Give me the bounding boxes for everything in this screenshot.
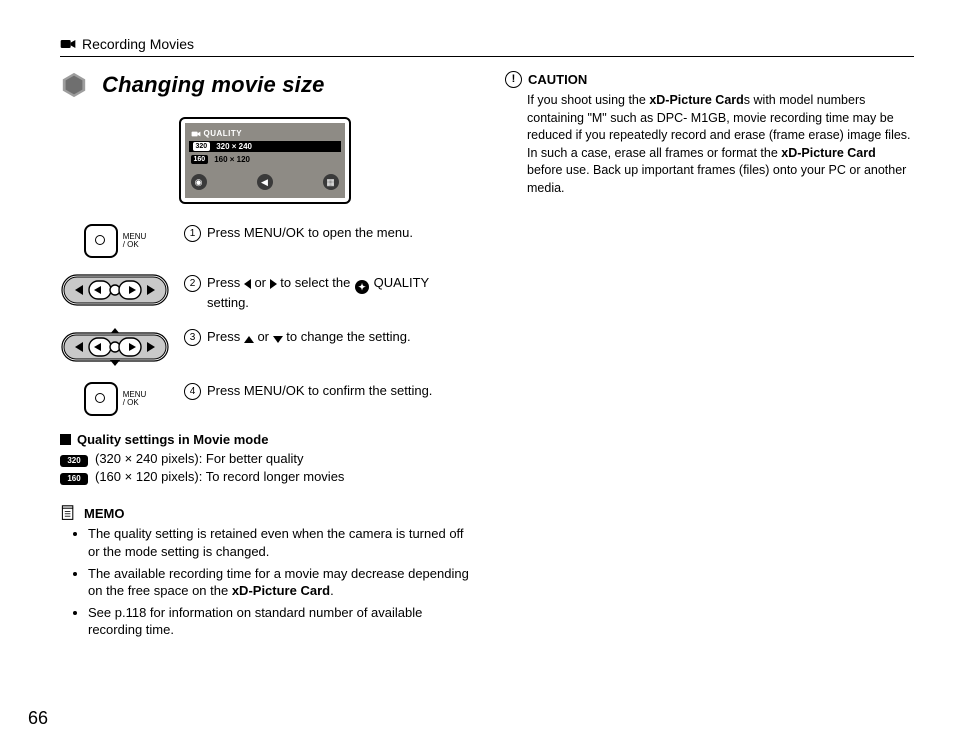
movie-icon [191,130,201,138]
breadcrumb-text: Recording Movies [82,36,194,52]
lcd-option-selected: 320 320 × 240 [189,141,341,152]
camera-lcd-illustration: QUALITY 320 320 × 240 160 160 × 120 ◉ [179,117,351,204]
step-number-icon: 4 [184,383,201,400]
page-title: Changing movie size [102,72,325,98]
step-row: MENU / OK 1 Press MENU/OK to open the me… [60,224,469,258]
triangle-right-icon [270,279,277,289]
divider [60,56,914,57]
lcd-camera-icon: ◉ [191,174,207,190]
step-row: 2 Press or to select the ✦ QUALITY setti… [60,274,469,312]
menu-ok-button-illustration: MENU / OK [84,382,147,416]
resolution-badge: 320 [60,455,88,467]
triangle-up-icon [244,336,254,343]
resolution-line: 160 (160 × 120 pixels): To record longer… [60,469,469,485]
subheading: Quality settings in Movie mode [60,432,469,447]
step-text: Press or to change the setting. [207,328,411,346]
step-text: Press or to select the ✦ QUALITY setting… [207,274,469,312]
triangle-down-icon [273,336,283,343]
step-row: MENU / OK 4 Press MENU/OK to confirm the… [60,382,469,416]
memo-heading: MEMO [60,505,469,521]
hexagon-bullet-icon [60,71,88,99]
movie-icon [60,37,76,51]
breadcrumb: Recording Movies [60,36,914,52]
lcd-nav-icon: ◀ [257,174,273,190]
step-number-icon: 2 [184,275,201,292]
lcd-grid-icon: ▦ [323,174,339,190]
lcd-header: QUALITY [191,129,339,138]
step-number-icon: 1 [184,225,201,242]
caution-heading: ! CAUTION [505,71,914,88]
square-bullet-icon [60,434,71,445]
menu-ok-button-illustration: MENU / OK [84,224,147,258]
page-number: 66 [28,708,48,729]
list-item: See p.118 for information on standard nu… [88,604,469,639]
step-text: Press MENU/OK to open the menu. [207,224,413,242]
memo-icon [60,505,76,521]
list-item: The available recording time for a movie… [88,565,469,600]
resolution-line: 320 (320 × 240 pixels): For better quali… [60,451,469,467]
dpad-horizontal-illustration [61,274,169,306]
lcd-option: 160 160 × 120 [191,155,339,164]
step-number-icon: 3 [184,329,201,346]
dpad-vertical-illustration [61,328,169,366]
quality-icon: ✦ [355,280,369,294]
caution-body: If you shoot using the xD-Picture Cards … [527,92,914,197]
caution-icon: ! [505,71,522,88]
step-text: Press MENU/OK to confirm the setting. [207,382,432,400]
step-row: 3 Press or to change the setting. [60,328,469,366]
resolution-badge: 160 [60,473,88,485]
memo-list: The quality setting is retained even whe… [88,525,469,638]
triangle-left-icon [244,279,251,289]
list-item: The quality setting is retained even whe… [88,525,469,560]
